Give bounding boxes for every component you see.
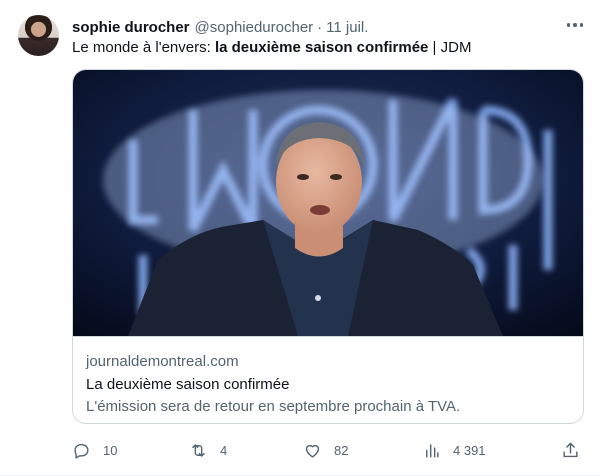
header-separator: ·: [317, 18, 323, 36]
share-button[interactable]: [561, 440, 580, 460]
tweet-date[interactable]: 11 juil.: [326, 19, 368, 36]
tweet-text-prefix: Le monde à l'envers:: [72, 39, 215, 56]
link-card[interactable]: journaldemontreal.com La deuxième saison…: [72, 69, 584, 424]
reply-icon: [74, 443, 89, 459]
card-description: L'émission sera de retour en septembre p…: [86, 398, 461, 415]
like-button[interactable]: 82: [303, 440, 348, 460]
card-photo: [73, 70, 583, 336]
photo-button: [315, 295, 321, 301]
more-dot: [579, 23, 584, 27]
views-button[interactable]: 4 391: [422, 440, 486, 460]
more-horizontal-icon[interactable]: [562, 16, 588, 34]
retweet-button[interactable]: 4: [189, 440, 227, 460]
photo-eye-left: [297, 174, 309, 180]
tweet-text-suffix: | JDM: [428, 39, 472, 56]
photo-eye-right: [330, 174, 342, 180]
more-dot: [573, 23, 577, 27]
share-icon: [563, 442, 578, 457]
retweet-count: 4: [220, 442, 228, 458]
tweet[interactable]: sophie durocher @sophiedurocher · 11 jui…: [0, 0, 600, 476]
card-meta[interactable]: journaldemontreal.com La deuxième saison…: [73, 336, 583, 423]
retweet-icon: [192, 443, 205, 457]
views-count: 4 391: [453, 442, 486, 458]
views-chart-icon: [426, 443, 439, 458]
card-title: La deuxième saison confirmée: [86, 376, 290, 393]
heart-icon: [305, 444, 320, 458]
avatar[interactable]: [18, 15, 59, 56]
card-domain: journaldemontreal.com: [86, 353, 239, 370]
tweet-text-bold: la deuxième saison confirmée: [214, 39, 429, 56]
photo-mouth: [310, 205, 330, 215]
reply-button[interactable]: 10: [72, 440, 117, 460]
tweet-actions: 10 4 82 4 391: [72, 440, 588, 460]
tweet-text: Le monde à l'envers: la deuxième saison …: [72, 38, 471, 58]
card-image[interactable]: [73, 70, 583, 336]
author-name[interactable]: sophie durocher: [72, 19, 190, 36]
more-dot: [566, 23, 571, 27]
tweet-header: sophie durocher @sophiedurocher · 11 jui…: [72, 17, 368, 37]
like-count: 82: [334, 442, 349, 458]
author-handle[interactable]: @sophiedurocher: [195, 19, 314, 36]
reply-count: 10: [103, 442, 118, 458]
